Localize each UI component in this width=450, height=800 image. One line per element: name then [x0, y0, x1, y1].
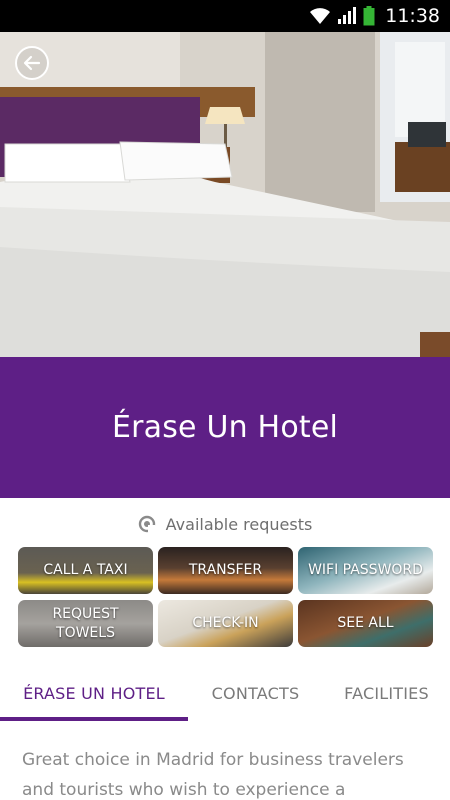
call-taxi-label: CALL A TAXI	[43, 562, 128, 578]
transfer-tile[interactable]: TRANSFER	[158, 547, 293, 594]
hotel-title-band: Érase Un Hotel	[0, 357, 450, 498]
hotel-name: Érase Un Hotel	[111, 410, 339, 445]
tab-facilities[interactable]: FACILITIES	[323, 665, 450, 721]
wifi-password-tile[interactable]: WIFI PASSWORD	[298, 547, 433, 594]
available-requests-header: Available requests	[0, 510, 450, 538]
request-towels-tile[interactable]: REQUEST TOWELS	[18, 600, 153, 647]
request-tiles: CALL A TAXI TRANSFER WIFI PASSWORD REQUE…	[18, 547, 434, 649]
call-taxi-tile[interactable]: CALL A TAXI	[18, 547, 153, 594]
wifi-icon	[309, 7, 331, 25]
check-in-label: CHECK-IN	[192, 615, 259, 631]
available-requests-label: Available requests	[165, 514, 313, 534]
back-button[interactable]	[15, 46, 49, 80]
check-in-tile[interactable]: CHECK-IN	[158, 600, 293, 647]
tab-bar: ÉRASE UN HOTEL CONTACTS FACILITIES	[0, 665, 450, 721]
hotel-description: Great choice in Madrid for business trav…	[22, 750, 404, 800]
tab-erase-un-hotel[interactable]: ÉRASE UN HOTEL	[0, 665, 188, 721]
wifi-password-label: WIFI PASSWORD	[308, 562, 423, 578]
battery-icon	[363, 6, 375, 26]
tab-contacts[interactable]: CONTACTS	[188, 665, 323, 721]
status-bar: 11:38	[0, 0, 450, 32]
hotel-room-image	[0, 32, 450, 357]
request-towels-label: REQUEST TOWELS	[52, 605, 119, 641]
back-arrow-icon	[23, 55, 41, 71]
hotel-photo	[0, 32, 450, 357]
see-all-label: SEE ALL	[337, 615, 394, 631]
signal-icon	[337, 7, 357, 25]
requests-icon	[138, 515, 155, 533]
transfer-label: TRANSFER	[188, 562, 263, 578]
clock: 11:38	[385, 5, 440, 27]
see-all-tile[interactable]: SEE ALL	[298, 600, 433, 647]
